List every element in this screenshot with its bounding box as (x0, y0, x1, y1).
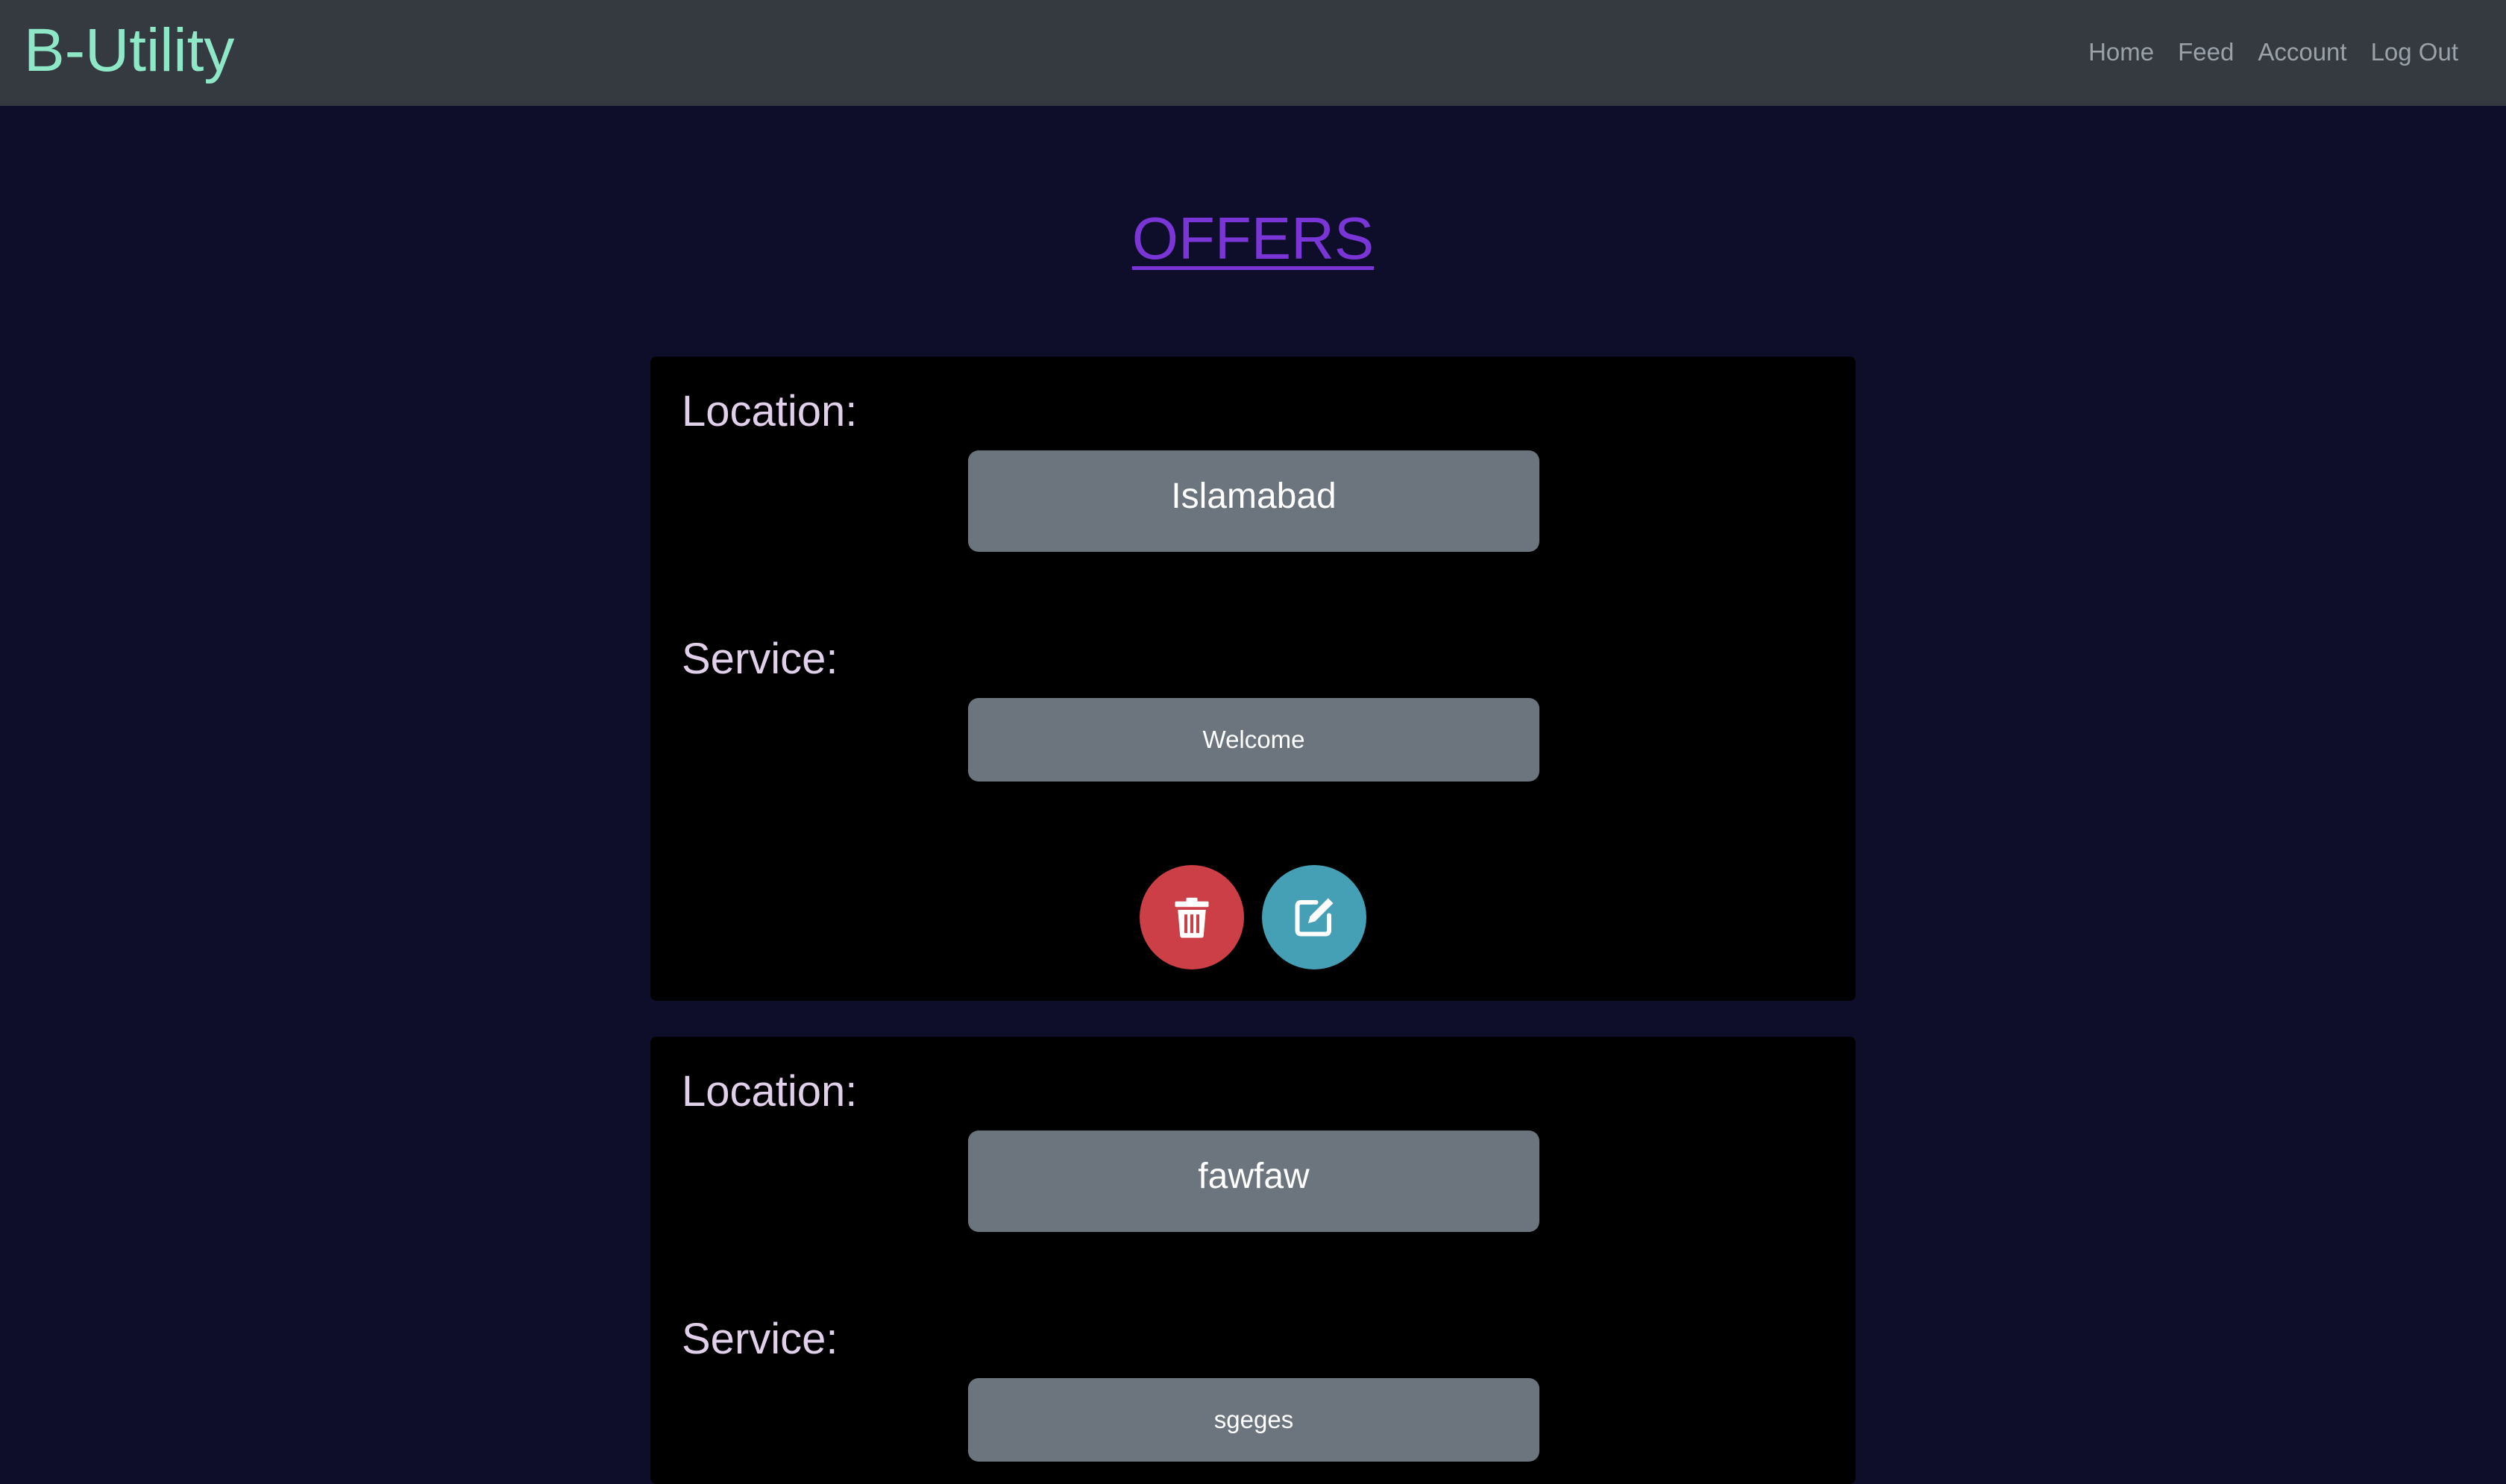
edit-button[interactable] (1262, 865, 1366, 969)
location-value: fawfaw (968, 1131, 1539, 1232)
edit-icon (1295, 898, 1334, 937)
location-label: Location: (682, 387, 858, 436)
nav-links: Home Feed Account Log Out (2076, 33, 2470, 72)
page-title: OFFERS (1131, 205, 1375, 271)
nav-link-logout[interactable]: Log Out (2359, 33, 2470, 72)
brand-logo[interactable]: B-Utility (24, 13, 234, 88)
trash-icon (1175, 897, 1209, 938)
offer-card: Location: Islamabad Service: Welcome (650, 356, 1856, 1001)
navbar: B-Utility Home Feed Account Log Out (0, 0, 2506, 106)
nav-link-feed[interactable]: Feed (2166, 33, 2246, 72)
delete-button[interactable] (1140, 865, 1244, 969)
offer-card: Location: fawfaw Service: sgeges (650, 1037, 1856, 1484)
service-value: Welcome (968, 698, 1539, 782)
location-value: Islamabad (968, 450, 1539, 552)
location-label: Location: (682, 1067, 858, 1116)
nav-link-home[interactable]: Home (2076, 33, 2166, 72)
service-label: Service: (682, 1315, 838, 1363)
service-value: sgeges (968, 1378, 1539, 1462)
nav-link-account[interactable]: Account (2246, 33, 2358, 72)
service-label: Service: (682, 635, 838, 683)
